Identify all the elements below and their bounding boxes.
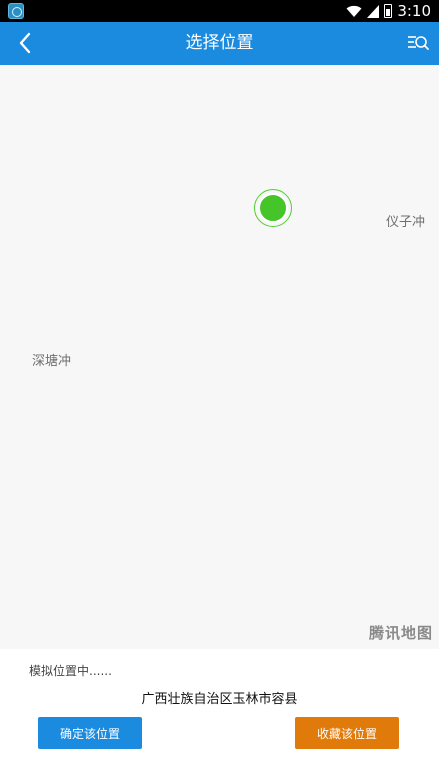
collect-location-button[interactable]: 收藏该位置	[295, 717, 399, 749]
list-search-icon	[408, 36, 429, 50]
location-panel: 模拟位置中...... 广西壮族自治区玉林市容县 确定该位置 收藏该位置	[0, 649, 439, 782]
map-view[interactable]: 仪子冲 深塘冲 腾讯地图	[0, 65, 439, 649]
confirm-location-button[interactable]: 确定该位置	[38, 717, 142, 749]
status-bar: 3:10	[0, 0, 439, 22]
location-marker-dot	[258, 193, 288, 223]
map-label-shentangchong: 深塘冲	[32, 354, 72, 369]
simulating-status-text: 模拟位置中......	[29, 664, 112, 678]
status-indicators: 3:10	[346, 0, 431, 22]
location-marker[interactable]	[254, 189, 292, 227]
app-header: 选择位置	[0, 22, 439, 65]
map-label-yizichong: 仪子冲	[386, 215, 426, 230]
battery-icon	[384, 4, 393, 18]
page-title: 选择位置	[185, 33, 254, 53]
signal-icon	[367, 4, 380, 18]
search-button[interactable]	[405, 30, 431, 56]
address-text: 广西壮族自治区玉林市容县	[141, 692, 298, 707]
tencent-map-logo: 腾讯地图	[368, 624, 433, 642]
status-time: 3:10	[397, 2, 431, 20]
app-notification-icon	[8, 3, 24, 19]
wifi-icon	[346, 5, 362, 17]
